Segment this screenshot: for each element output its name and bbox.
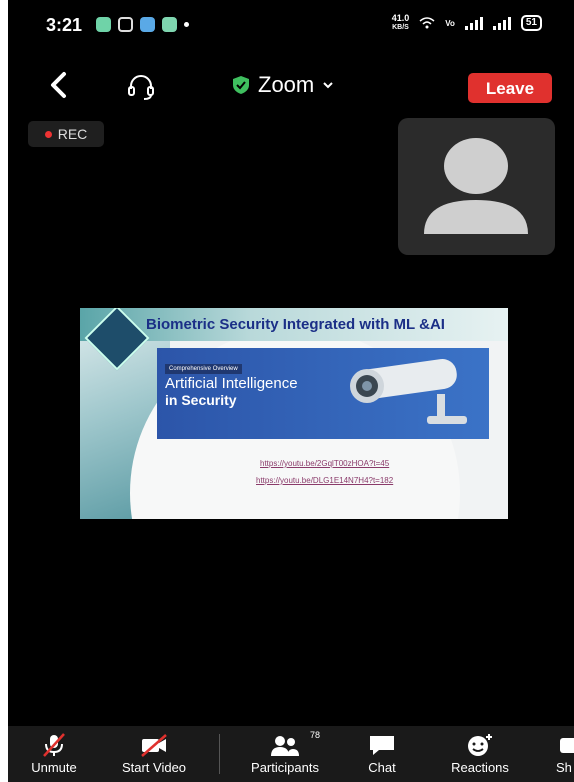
shared-screen[interactable]: Biometric Security Integrated with ML &A… xyxy=(80,308,508,519)
meeting-toolbar: Unmute Start Video 78 Participants Chat … xyxy=(8,726,574,782)
meeting-title: Zoom xyxy=(258,72,315,97)
slide-title: Biometric Security Integrated with ML &A… xyxy=(146,316,445,333)
participant-count: 78 xyxy=(310,730,321,740)
chat-notification-icon xyxy=(140,17,155,32)
muted-microphone-icon xyxy=(43,733,65,757)
secure-shield-icon xyxy=(233,76,249,94)
app-notification-icon xyxy=(162,17,177,32)
signal-strength-icon xyxy=(464,16,483,30)
recording-dot-icon xyxy=(44,130,52,138)
instagram-notification-icon xyxy=(118,17,133,32)
back-icon[interactable] xyxy=(44,70,74,100)
participants-icon xyxy=(271,736,299,756)
zoom-meeting-screen: 3:21 41.0 KB/S Vo 51 Zoom Leave REC Biom… xyxy=(8,0,574,782)
security-camera-icon xyxy=(350,358,467,424)
chevron-down-icon xyxy=(323,82,333,89)
status-bar: 3:21 41.0 KB/S Vo 51 xyxy=(8,0,574,50)
volte-icon: Vo xyxy=(445,18,455,28)
slide-link-2: https://youtu.be/DLG1E14N7H4?t=182 xyxy=(256,476,394,485)
network-speed: 41.0 KB/S xyxy=(391,13,410,32)
status-time: 3:21 xyxy=(46,15,83,35)
share-screen-icon xyxy=(560,738,574,753)
system-indicators: 41.0 KB/S Vo 51 xyxy=(392,14,542,32)
chat-button[interactable]: Chat xyxy=(358,726,406,782)
recording-label: REC xyxy=(57,126,88,142)
leave-button[interactable]: Leave xyxy=(468,73,552,103)
meeting-top-bar: Zoom Leave xyxy=(8,60,574,112)
share-button[interactable]: Sh xyxy=(556,726,574,782)
signal-strength-2-icon xyxy=(492,16,511,30)
notification-icons xyxy=(96,17,189,32)
meeting-title-dropdown[interactable]: Zoom xyxy=(232,72,334,98)
avatar-placeholder-icon xyxy=(424,138,528,234)
start-video-button[interactable]: Start Video xyxy=(111,726,197,782)
reactions-button[interactable]: Reactions xyxy=(438,726,522,782)
message-notification-icon xyxy=(96,17,111,32)
chat-bubble-icon xyxy=(370,736,394,755)
self-video-tile[interactable] xyxy=(398,118,555,255)
slide-banner: Comprehensive Overview Artificial Intell… xyxy=(157,348,489,439)
audio-headset-icon[interactable] xyxy=(126,72,156,102)
banner-title: Artificial Intelligence in Security xyxy=(165,375,298,409)
battery-icon: 51 xyxy=(520,15,542,31)
slide-link-1: https://youtu.be/2GqlT00zHOA?t=45 xyxy=(260,459,390,468)
banner-tag: Comprehensive Overview xyxy=(165,364,242,374)
video-off-icon xyxy=(141,734,167,757)
reactions-smiley-icon xyxy=(468,734,492,756)
recording-badge: REC xyxy=(28,121,104,147)
participants-button[interactable]: 78 Participants xyxy=(238,726,332,782)
more-notifications-icon xyxy=(184,22,189,27)
unmute-button[interactable]: Unmute xyxy=(26,726,82,782)
wifi-icon xyxy=(419,17,435,29)
toolbar-divider xyxy=(219,734,220,774)
